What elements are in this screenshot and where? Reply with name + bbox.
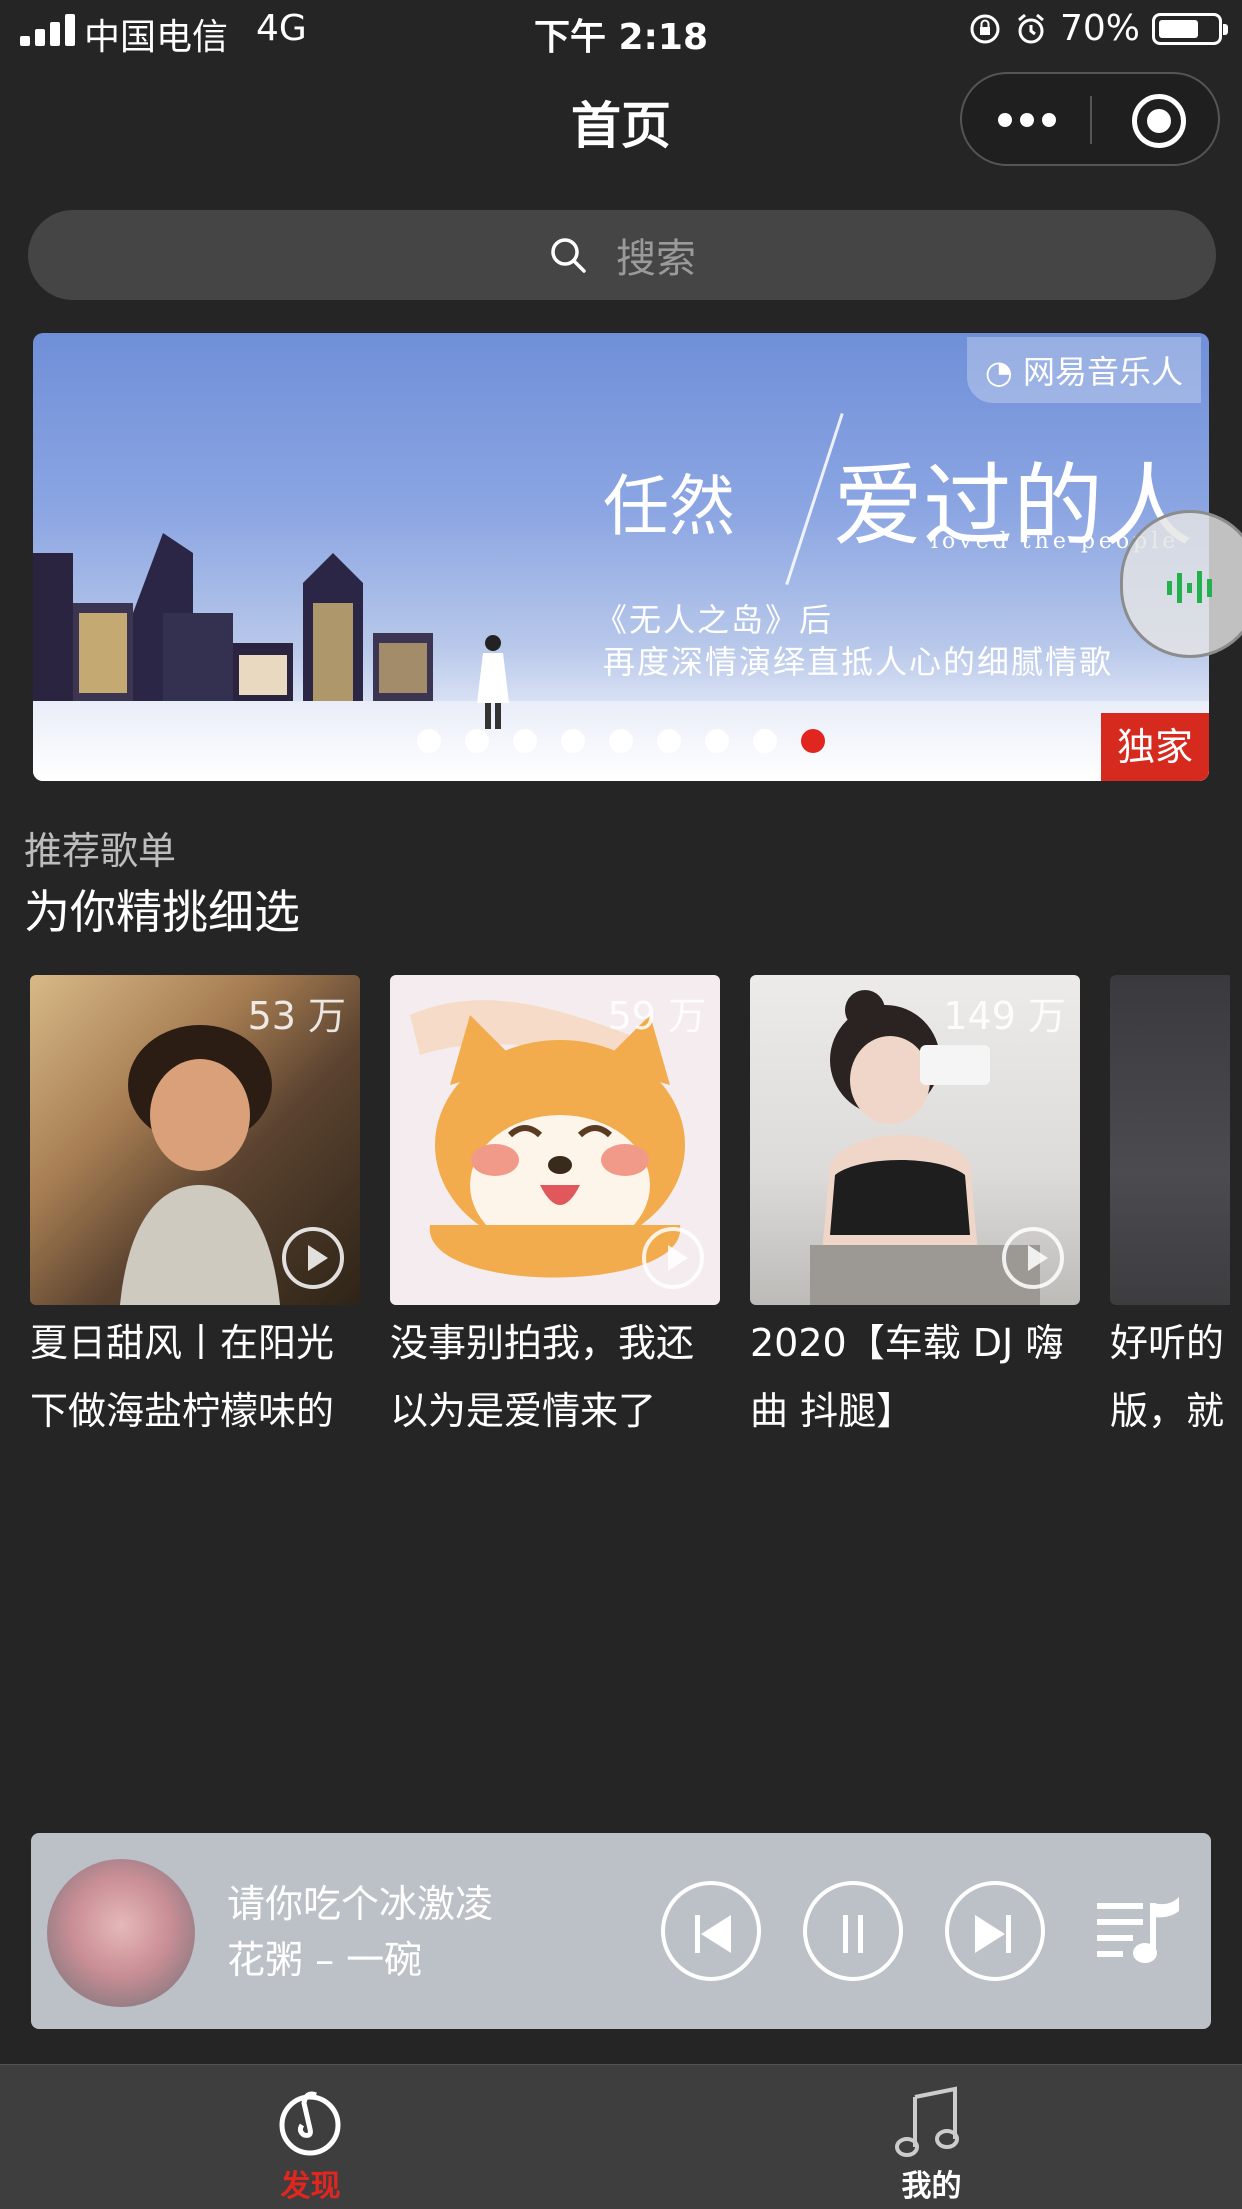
status-right: 70% [968,8,1228,49]
search-placeholder: 搜索 [616,236,696,282]
tab-discover-label: 发现 [280,2169,341,2204]
more-button[interactable] [992,100,1062,140]
figure-illustration [477,635,509,729]
play-count: 59 万 [607,994,706,1038]
tab-mine[interactable]: 我的 [621,2065,1242,2209]
section-subtitle: 推荐歌单 [24,829,177,873]
carousel-indicator [33,729,1209,753]
mini-player[interactable]: 请你吃个冰激凌 花粥 – 一碗 [31,1833,1211,2029]
carousel-dot[interactable] [513,729,537,753]
play-count: 149 万 [943,994,1066,1038]
carousel-dot[interactable] [705,729,729,753]
playlist-cover [1110,975,1230,1305]
exclusive-badge: 独家 [1101,713,1209,781]
now-playing-artist: 花粥 – 一碗 [227,1938,423,1982]
playlist-name: 没事别拍我，我还以为是爱情来了 [390,1321,695,1433]
carousel-dot[interactable] [417,729,441,753]
voice-assistant-button[interactable] [1120,510,1242,658]
carousel-dot[interactable] [561,729,585,753]
playlist-name: 2020【车载 DJ 嗨曲 抖腿】 [750,1321,1064,1433]
capsule-divider [1090,96,1092,144]
close-miniprogram-button[interactable] [1132,94,1186,148]
carousel-dot[interactable] [801,729,825,753]
carousel-dot[interactable] [609,729,633,753]
portrait-illustration [120,1025,280,1305]
now-playing-song: 请你吃个冰激凌 [227,1882,494,1926]
tab-bar: 发现 我的 [0,2064,1242,2209]
search-bar[interactable]: 搜索 [28,210,1216,300]
playlist-cover: 59 万 [390,975,720,1305]
alarm-icon [1018,13,1044,43]
playlist-icon[interactable] [1097,1893,1183,1973]
playlist-card[interactable]: 53 万 夏日甜风丨在阳光下做海盐柠檬味的 [30,975,360,1445]
play-icon[interactable] [642,1227,704,1289]
playlist-name: 夏日甜风丨在阳光下做海盐柠檬味的 [30,1321,335,1433]
playlist-cover: 149 万 [750,975,1080,1305]
playlist-card[interactable]: 好听的版，就 [1110,975,1230,1445]
banner-caption-2: 再度深情演绎直抵人心的细腻情歌 [603,643,1114,681]
banner-brand-label: 网易音乐人 [1022,353,1183,391]
banner-artist: 任然 [603,468,735,545]
netease-music-icon [279,2091,341,2156]
banner-brand-tag: ◔ 网易音乐人 [966,337,1201,403]
banner-carousel[interactable]: ◔ 网易音乐人 任然 爱过的人 loved the people 《无人之岛》后… [33,333,1209,781]
battery-percent: 70% [1059,8,1140,49]
carousel-dot[interactable] [465,729,489,753]
banner-caption-1: 《无人之岛》后 [595,601,834,639]
rotation-lock-icon [970,14,1000,43]
play-count: 53 万 [247,994,346,1038]
tab-discover[interactable]: 发现 [0,2065,621,2209]
pause-button[interactable] [803,1881,903,1981]
previous-button[interactable] [661,1881,761,1981]
miniprogram-capsule [960,72,1220,166]
play-icon[interactable] [1002,1227,1064,1289]
play-icon[interactable] [282,1227,344,1289]
playlist-card[interactable]: 149 万 2020【车载 DJ 嗨曲 抖腿】 [750,975,1080,1445]
carousel-dot[interactable] [753,729,777,753]
carousel-dot[interactable] [657,729,681,753]
search-icon [551,238,586,273]
playlist-card[interactable]: 59 万 没事别拍我，我还以为是爱情来了 [390,975,720,1445]
battery-icon [1152,12,1228,45]
album-art [47,1859,195,2007]
netease-logo-icon: ◔ [984,353,1023,391]
status-bar: 中国电信 4G 下午 2:18 70% [0,0,1242,64]
sound-wave-icon [1167,571,1212,603]
playlist-name: 好听的版，就 [1110,1321,1225,1433]
music-note-icon [895,2086,959,2157]
next-button[interactable] [945,1881,1045,1981]
section-title: 为你精挑细选 [24,885,300,939]
playlist-cover: 53 万 [30,975,360,1305]
tab-mine-label: 我的 [901,2169,962,2204]
